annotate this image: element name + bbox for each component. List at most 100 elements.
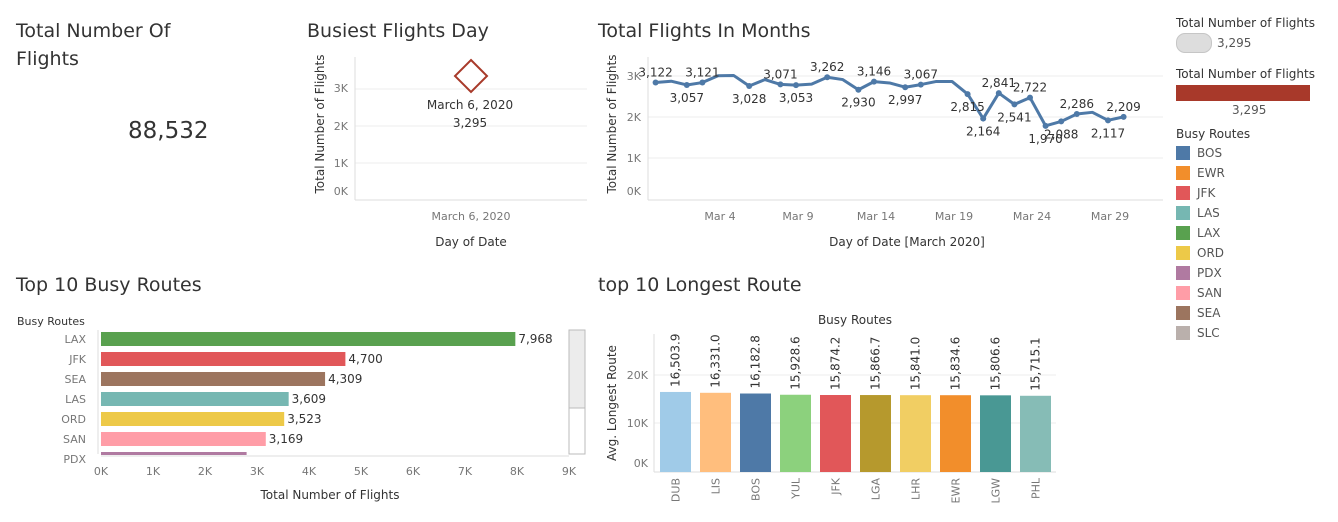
x-tick: 3K xyxy=(250,465,265,478)
bar[interactable] xyxy=(740,393,771,472)
x-tick: 1K xyxy=(146,465,161,478)
data-label: 3,122 xyxy=(638,66,672,80)
size-legend[interactable]: 3,295 xyxy=(1176,33,1336,53)
data-label: 15,841.0 xyxy=(909,337,923,390)
category-label: YUL xyxy=(790,477,803,500)
x-tick: Mar 24 xyxy=(1013,210,1051,223)
data-label: 3,057 xyxy=(670,91,704,105)
bar[interactable] xyxy=(101,372,326,386)
legend-item-bos[interactable]: BOS xyxy=(1176,143,1336,163)
bar[interactable] xyxy=(660,391,691,472)
legend-swatch xyxy=(1176,306,1190,320)
legend-item-las[interactable]: LAS xyxy=(1176,203,1336,223)
data-point[interactable] xyxy=(1027,94,1033,101)
legend-swatch xyxy=(1176,286,1190,300)
bar[interactable] xyxy=(101,352,346,366)
data-point[interactable] xyxy=(1058,118,1065,125)
data-label: 2,997 xyxy=(888,93,922,107)
data-label: 2,930 xyxy=(841,96,875,110)
busy-routes-chart[interactable]: Busy Routes LAX 7,968 JFK 4,700 SEA 4,309 LAS 3… xyxy=(10,310,595,516)
legend-label: LAX xyxy=(1197,226,1221,240)
legend-label: EWR xyxy=(1197,166,1225,180)
bar[interactable] xyxy=(700,392,731,472)
data-point[interactable] xyxy=(1011,101,1018,108)
legend-item-slc[interactable]: SLC xyxy=(1176,323,1336,343)
x-axis-label: Day of Date [March 2020] xyxy=(829,235,985,249)
bar[interactable] xyxy=(101,432,266,446)
legend-label: JFK xyxy=(1197,186,1216,200)
data-label: 4,700 xyxy=(348,352,382,366)
data-point[interactable] xyxy=(871,78,877,85)
data-point[interactable] xyxy=(1120,113,1127,120)
size-legend-value: 3,295 xyxy=(1217,36,1252,50)
legend-label: SLC xyxy=(1197,326,1220,340)
data-point[interactable] xyxy=(652,79,659,86)
legend-label: ORD xyxy=(1197,246,1225,260)
y-tick: 1K xyxy=(334,157,349,170)
legend-label: LAS xyxy=(1197,206,1220,220)
data-point[interactable] xyxy=(746,83,753,90)
data-label: 2,815 xyxy=(950,100,984,114)
data-point[interactable] xyxy=(995,90,1002,97)
legend-item-sea[interactable]: SEA xyxy=(1176,303,1336,323)
scrollbar-thumb[interactable] xyxy=(568,329,586,409)
y-tick: 0K xyxy=(627,185,642,198)
x-tick: 9K xyxy=(562,465,577,478)
x-tick: 0K xyxy=(94,465,109,478)
data-label: 4,309 xyxy=(328,372,362,386)
y-tick: 0K xyxy=(334,185,349,198)
busiest-chart[interactable]: 3K 2K 1K 0K March 6, 2020 3,295 March 6,… xyxy=(300,52,590,252)
bar[interactable] xyxy=(900,395,931,472)
data-point[interactable] xyxy=(793,82,799,89)
longest-chart[interactable]: Busy Routes 20K 10K 0K 16,503.9 DUB 16,331… xyxy=(598,306,1058,516)
data-point[interactable] xyxy=(699,79,706,86)
bar[interactable] xyxy=(101,412,285,426)
legend-item-ord[interactable]: ORD xyxy=(1176,243,1336,263)
x-axis-label: Total Number of Flights xyxy=(260,488,400,502)
data-label: 2,164 xyxy=(966,125,1000,139)
color-legend-title: Total Number of Flights xyxy=(1176,67,1315,81)
bar[interactable] xyxy=(101,452,247,455)
bar[interactable] xyxy=(101,392,289,406)
busy-routes-header: Busy Routes xyxy=(17,315,85,328)
legend-item-lax[interactable]: LAX xyxy=(1176,223,1336,243)
data-point[interactable] xyxy=(980,115,987,122)
category-label: LGA xyxy=(870,478,883,501)
bar[interactable] xyxy=(780,394,811,472)
data-point[interactable] xyxy=(777,81,784,88)
legend-item-pdx[interactable]: PDX xyxy=(1176,263,1336,283)
bar[interactable] xyxy=(860,395,891,472)
x-tick: 8K xyxy=(510,465,525,478)
bar[interactable] xyxy=(820,395,851,472)
y-axis-label: Total Number of Flights xyxy=(605,55,619,195)
data-point[interactable] xyxy=(824,74,831,81)
legend-swatch xyxy=(1176,226,1190,240)
bar[interactable] xyxy=(101,332,516,346)
legend-item-jfk[interactable]: JFK xyxy=(1176,183,1336,203)
bar[interactable] xyxy=(940,395,971,472)
data-point[interactable] xyxy=(1105,117,1111,124)
size-legend-title: Total Number of Flights xyxy=(1176,16,1315,30)
x-tick: Mar 4 xyxy=(704,210,735,223)
x-tick: 6K xyxy=(406,465,421,478)
data-point[interactable] xyxy=(917,81,924,88)
color-legend-bar[interactable] xyxy=(1176,85,1310,101)
data-point-marker[interactable] xyxy=(453,58,489,94)
data-point[interactable] xyxy=(855,86,862,93)
legend-swatch xyxy=(1176,326,1190,340)
data-point[interactable] xyxy=(964,91,971,98)
bar[interactable] xyxy=(1020,395,1051,472)
legend-item-san[interactable]: SAN xyxy=(1176,283,1336,303)
legend-label: SEA xyxy=(1197,306,1221,320)
bar[interactable] xyxy=(980,395,1011,472)
data-point[interactable] xyxy=(683,81,690,88)
data-point[interactable] xyxy=(1073,110,1080,117)
legend-item-ewr[interactable]: EWR xyxy=(1176,163,1336,183)
x-tick: Mar 14 xyxy=(857,210,895,223)
legend-swatch xyxy=(1176,206,1190,220)
y-tick: 2K xyxy=(334,120,349,133)
data-label: 2,541 xyxy=(997,110,1031,124)
months-chart[interactable]: 3K 2K 1K 0K 3,1223,0573,1213,0283,0713,0… xyxy=(598,52,1168,252)
data-point[interactable] xyxy=(902,84,909,91)
data-label: 2,841 xyxy=(982,76,1016,90)
